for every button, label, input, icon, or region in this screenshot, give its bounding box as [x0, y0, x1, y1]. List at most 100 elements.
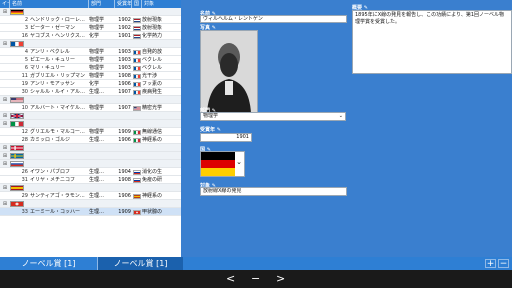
group-row[interactable]: ⊞ — [0, 184, 181, 192]
row-marker — [0, 56, 10, 63]
year-field[interactable]: 1901 — [200, 133, 252, 142]
flag-nl-icon — [133, 17, 141, 23]
table-row[interactable]: 30 シャルル・ルイ・アル… 生理… 1907 疾病発生 — [0, 88, 181, 96]
row-year: 1903 — [118, 65, 131, 71]
table-row[interactable]: 4 アンリ・ベクレル 物理学 1903 自発的放 — [0, 48, 181, 56]
group-row[interactable]: ⊞ — [0, 160, 181, 168]
object-field[interactable]: 放射線X線の発見 — [200, 187, 347, 196]
row-object: 精密光学 — [142, 105, 163, 111]
header-id[interactable]: イー — [0, 0, 10, 8]
group-row[interactable]: ⊞ — [0, 144, 181, 152]
prev-icon[interactable]: < — [226, 272, 235, 286]
row-dept: 化学 — [89, 33, 100, 39]
splitter-handle[interactable] — [181, 0, 184, 257]
tab-bar: ノーベル賞 [1] ノーベル賞 [1] + − — [0, 257, 512, 270]
row-id: 33 — [21, 209, 28, 215]
group-row[interactable]: ⊞ — [0, 112, 181, 120]
expand-icon[interactable]: ⊞ — [0, 8, 10, 15]
table-row[interactable]: 16 ヤコブス・ヘンリクス… 化学 1901 化学熱力 — [0, 32, 181, 40]
expand-icon[interactable]: ⊞ — [0, 200, 10, 207]
flag-nl-icon — [133, 25, 141, 31]
row-year: 1909 — [118, 209, 131, 215]
group-row[interactable]: ⊞ — [0, 40, 181, 48]
row-id: 11 — [21, 73, 28, 79]
tab-nobel-2[interactable]: ノーベル賞 [1] — [97, 257, 183, 270]
row-year: 1907 — [118, 105, 131, 111]
table-row[interactable]: 29 サンティアゴ・ラモン… 生理… 1906 神経系の — [0, 192, 181, 200]
expand-icon[interactable]: ⊞ — [0, 184, 10, 191]
row-marker — [0, 48, 10, 55]
group-row[interactable]: ⊞ — [0, 96, 181, 104]
summary-field[interactable]: 1895年にX線の発見を報告し、この功績により、第1回ノーベル物理学賞を受賞した… — [352, 10, 512, 74]
row-name: アルバート・マイケル… — [30, 105, 85, 111]
expand-icon[interactable]: ⊞ — [0, 120, 10, 127]
row-year: 1903 — [118, 57, 131, 63]
year-label: 受賞年 ✎ — [200, 127, 221, 133]
photo-image[interactable] — [200, 30, 258, 114]
row-year: 1906 — [118, 137, 131, 143]
row-year: 1907 — [118, 89, 131, 95]
expand-icon[interactable]: ⊞ — [0, 96, 10, 103]
menu-icon[interactable]: − — [251, 272, 260, 286]
group-row[interactable]: ⊞ — [0, 200, 181, 208]
row-dept: 生理… — [89, 177, 105, 183]
flag-fr-icon — [133, 49, 141, 55]
row-object: 消化の生 — [142, 169, 163, 175]
table-row[interactable]: 2 ヘンドリック・ローレ… 物理学 1902 放射現象 — [0, 16, 181, 24]
laureate-table[interactable]: イー 名前 部門 受賞年 国 対象 ⊞ 2ヘンドリック・ローレ… 物理学 1902 放射… — [0, 0, 181, 257]
table-row[interactable]: 31 イリヤ・メチニコフ 生理… 1908 免疫の研 — [0, 176, 181, 184]
header-name[interactable]: 名前 — [10, 0, 89, 8]
table-row[interactable]: 33 エーミール・コッハー 生理… 1909 甲状腺の — [0, 208, 181, 216]
table-row[interactable]: 12 グリエルモ・マルコー… 物理学 1909 無線通信 — [0, 128, 181, 136]
group-row[interactable]: ⊞ — [0, 152, 181, 160]
country-select[interactable]: ⌄ — [200, 151, 245, 177]
flag-us-icon — [10, 97, 24, 103]
flag-ch-icon — [133, 209, 141, 215]
remove-tab-button[interactable]: − — [498, 259, 509, 269]
header-object[interactable]: 対象 — [142, 0, 181, 8]
flag-it-icon — [133, 137, 141, 143]
row-id: 3 — [24, 25, 28, 31]
row-marker — [0, 104, 10, 111]
flag-es-icon — [10, 185, 24, 191]
row-object: 甲状腺の — [142, 209, 163, 215]
app-window: イー 名前 部門 受賞年 国 対象 ⊞ 2ヘンドリック・ローレ… 物理学 1902 放射… — [0, 0, 512, 288]
row-dept: 生理… — [89, 193, 105, 199]
row-object: 化学熱力 — [142, 33, 163, 39]
header-year[interactable]: 受賞年 — [115, 0, 132, 8]
expand-icon[interactable]: ⊞ — [0, 160, 10, 167]
table-row[interactable]: 28 カミッロ・ゴルジ 生理… 1906 神経系の — [0, 136, 181, 144]
row-marker — [0, 64, 10, 71]
table-row[interactable]: 10 アルバート・マイケル… 物理学 1907 精密光学 — [0, 104, 181, 112]
table-row[interactable]: 19 アンリ・モアッサン 化学 1906 フッ素の — [0, 80, 181, 88]
table-row[interactable]: 6 マリ・キュリー 物理学 1903 ベクレル — [0, 64, 181, 72]
expand-icon[interactable]: ⊞ — [0, 144, 10, 151]
group-row[interactable]: ⊞ — [0, 8, 181, 16]
tab-nobel-1[interactable]: ノーベル賞 [1] — [0, 257, 97, 270]
expand-icon[interactable]: ⊞ — [0, 152, 10, 159]
header-dept[interactable]: 部門 — [89, 0, 115, 8]
add-tab-button[interactable]: + — [485, 259, 496, 269]
table-row[interactable]: 5 ピエール・キュリー 物理学 1903 ベクレル — [0, 56, 181, 64]
row-year: 1908 — [118, 73, 131, 79]
row-object: 免疫の研 — [142, 177, 163, 183]
row-dept: 生理… — [89, 137, 105, 143]
next-icon[interactable]: > — [276, 272, 285, 286]
table-row[interactable]: 11 ガブリエル・リップマン 物理学 1908 光干渉 — [0, 72, 181, 80]
row-marker — [0, 208, 10, 215]
expand-icon[interactable]: ⊞ — [0, 40, 10, 47]
row-year: 1908 — [118, 177, 131, 183]
header-country[interactable]: 国 — [132, 0, 142, 8]
dept-select[interactable]: 物理学 ⌄ — [200, 112, 346, 121]
group-row[interactable]: ⊞ — [0, 120, 181, 128]
table-row[interactable]: 3 ピーター・ゼーマン 物理学 1902 放射現象 — [0, 24, 181, 32]
table-row[interactable]: 26 イワン・パブロフ 生理… 1904 消化の生 — [0, 168, 181, 176]
flag-ch-icon — [10, 201, 24, 207]
name-field[interactable]: ヴィルヘルム・レントゲン — [200, 15, 347, 23]
row-id: 12 — [21, 129, 28, 135]
row-year: 1902 — [118, 17, 131, 23]
row-year: 1906 — [118, 193, 131, 199]
row-marker — [0, 80, 10, 87]
expand-icon[interactable]: ⊞ — [0, 112, 10, 119]
flag-germany-icon — [201, 152, 235, 176]
